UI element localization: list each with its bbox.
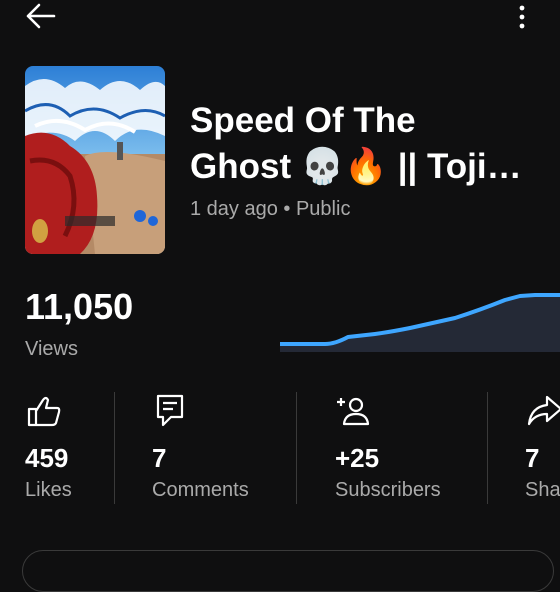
top-bar (0, 0, 560, 40)
shares-label: Shares (525, 479, 560, 501)
back-button[interactable] (24, 2, 62, 32)
stat-divider (114, 392, 115, 504)
stat-divider (487, 392, 488, 504)
views-count: 11,050 (25, 286, 134, 327)
bottom-action-pill[interactable] (22, 550, 554, 592)
stat-likes[interactable]: 459 Likes (25, 393, 72, 501)
subscribers-count: +25 (335, 443, 380, 473)
views-sparkline-chart[interactable] (280, 282, 560, 352)
subscribers-label: Subscribers (335, 479, 441, 501)
back-arrow-icon (26, 3, 56, 29)
views-label: Views (25, 338, 78, 360)
likes-label: Likes (25, 479, 72, 501)
stat-shares[interactable]: 7 Shares (525, 393, 560, 513)
thumbnail-image (25, 66, 165, 254)
stat-subscribers[interactable]: +25 Subscribers (335, 393, 441, 501)
comments-count: 7 (152, 443, 167, 473)
shares-count: 7 (525, 443, 540, 473)
stat-divider (296, 392, 297, 504)
comment-icon (156, 394, 184, 427)
video-meta: 1 day ago • Public (190, 198, 351, 220)
video-title-line2: Ghost 💀🔥 || Toji… (190, 147, 522, 186)
more-vertical-icon (519, 5, 525, 29)
video-title[interactable]: Speed Of The Ghost 💀🔥 || Toji… (190, 98, 550, 190)
likes-count: 459 (25, 443, 69, 473)
stat-comments[interactable]: 7 Comments (152, 393, 249, 501)
video-title-line1: Speed Of The (190, 101, 416, 140)
comments-label: Comments (152, 479, 249, 501)
thumbs-up-icon (27, 396, 61, 427)
add-person-icon (337, 397, 370, 426)
share-icon (527, 395, 560, 426)
more-options-button[interactable] (508, 2, 538, 32)
video-thumbnail[interactable] (25, 66, 165, 254)
